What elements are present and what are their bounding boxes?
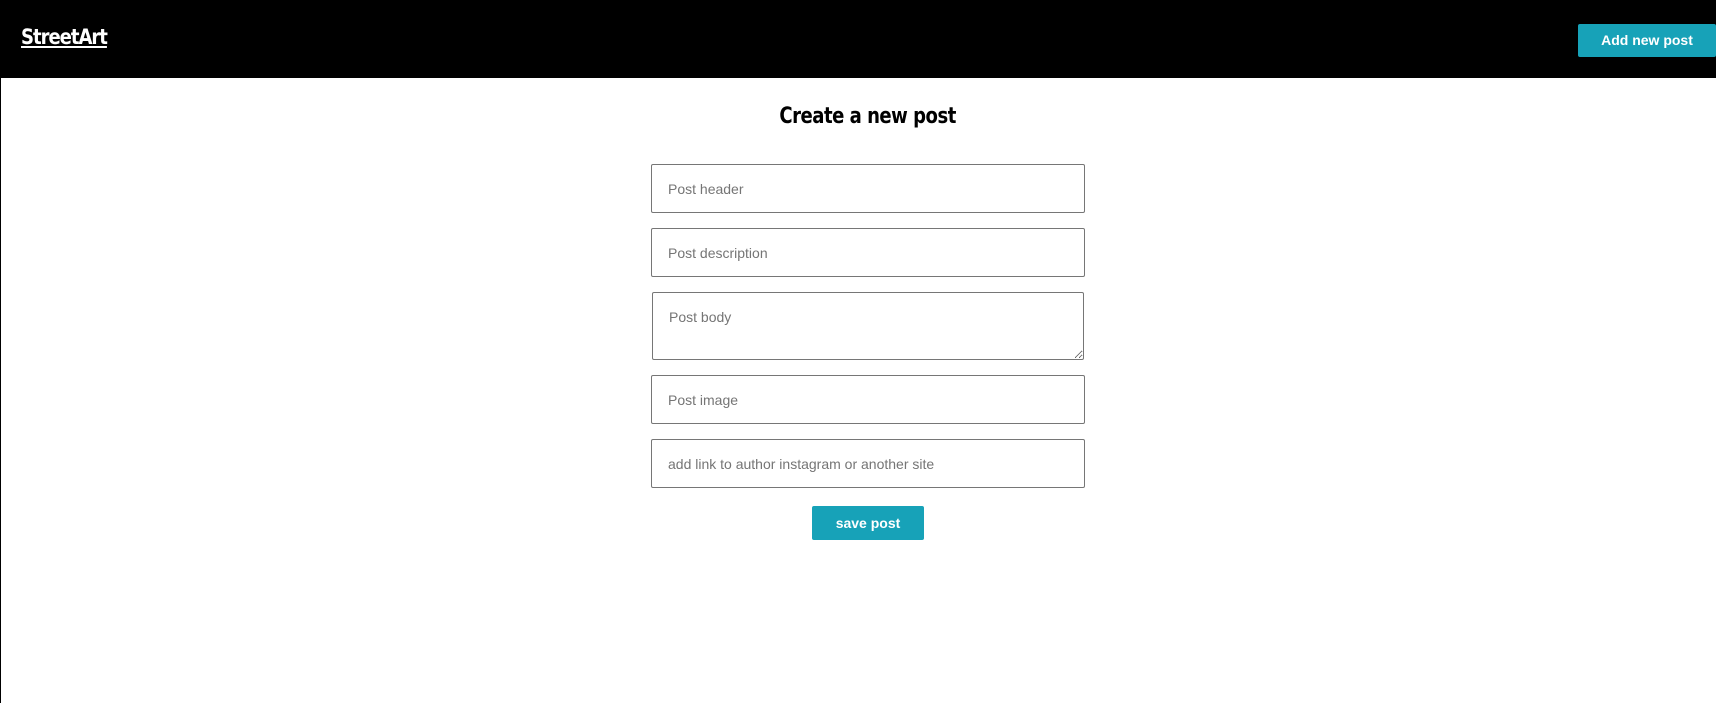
post-body-textarea[interactable] [652, 292, 1084, 360]
post-description-input[interactable] [651, 228, 1085, 277]
page-title-text: Create a new post [779, 104, 957, 129]
post-image-input[interactable] [651, 375, 1085, 424]
author-link-input[interactable] [651, 439, 1085, 488]
page-title: Create a new post [0, 104, 1716, 129]
save-post-button[interactable]: save post [812, 506, 924, 540]
post-header-input[interactable] [651, 164, 1085, 213]
add-new-post-button[interactable]: Add new post [1578, 24, 1716, 57]
navbar: StreetArt Add new post [0, 0, 1716, 78]
brand-logo-link[interactable]: StreetArt [21, 25, 108, 49]
